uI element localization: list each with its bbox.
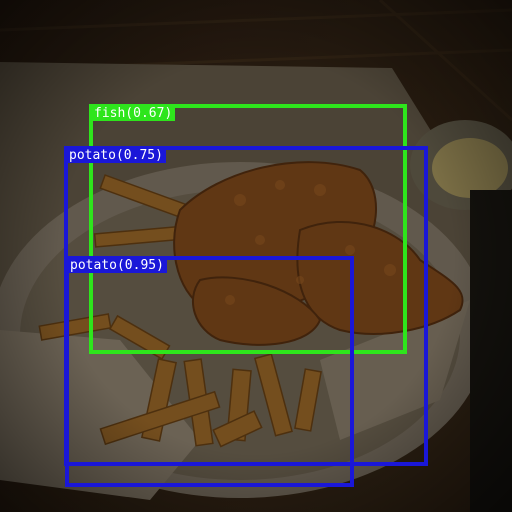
detection-label-fish: fish(0.67) [91,106,176,121]
detection-label-potato: potato(0.95) [67,258,167,273]
detection-scene: fish(0.67) potato(0.75) potato(0.95) [0,0,512,512]
detection-box-potato: potato(0.95) [65,256,354,487]
detection-label-potato: potato(0.75) [66,148,166,163]
